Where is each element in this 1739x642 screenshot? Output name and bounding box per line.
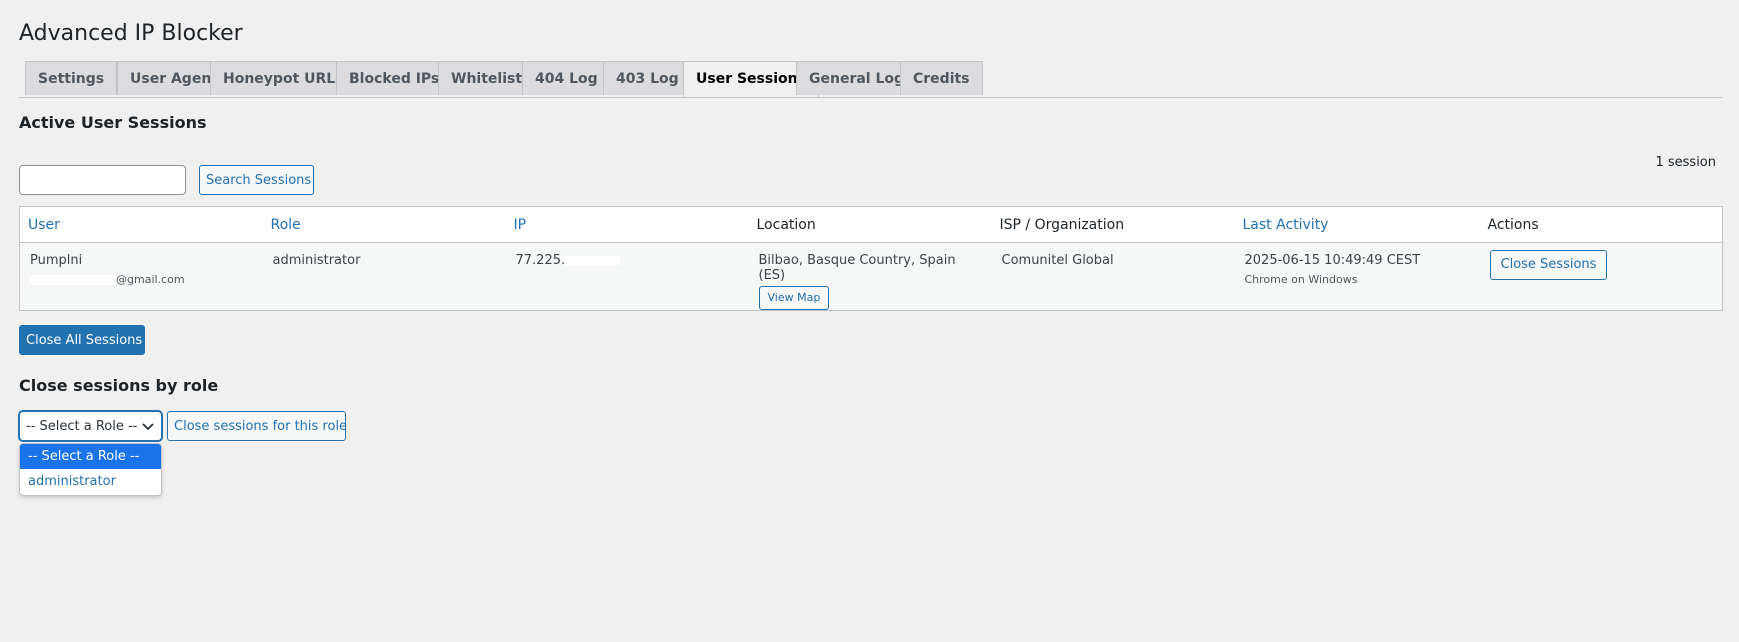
- column-role[interactable]: Role: [262, 206, 506, 243]
- column-location: Location: [748, 206, 992, 243]
- role-dropdown-list: -- Select a Role -- administrator: [19, 443, 162, 496]
- column-user[interactable]: User: [19, 206, 263, 243]
- role-option-administrator[interactable]: administrator: [20, 469, 161, 494]
- tab-credits[interactable]: Credits: [900, 61, 983, 95]
- session-count: 1 session: [1655, 155, 1716, 170]
- user-email: @gmail.com: [116, 273, 185, 286]
- cell-actions: Close Sessions: [1479, 242, 1723, 311]
- tab-whitelist[interactable]: Whitelist: [438, 61, 536, 95]
- tab-403-log[interactable]: 403 Log: [603, 61, 692, 95]
- cell-ip: 77.225.: [505, 242, 749, 311]
- location-text: Bilbao, Basque Country, Spain (ES): [758, 253, 956, 283]
- close-by-role-heading: Close sessions by role: [19, 376, 219, 395]
- browser-info: Chrome on Windows: [1244, 273, 1358, 286]
- page-title: Advanced IP Blocker: [19, 21, 243, 46]
- active-sessions-heading: Active User Sessions: [19, 113, 207, 132]
- last-activity-time: 2025-06-15 10:49:49 CEST: [1244, 253, 1421, 268]
- user-name: Pumplni: [30, 253, 83, 268]
- cell-role: administrator: [262, 242, 506, 311]
- tab-honeypot-urls[interactable]: Honeypot URLs: [210, 61, 357, 95]
- tab-bar: Settings User Agents Honeypot URLs Block…: [19, 61, 1722, 98]
- role-select[interactable]: -- Select a Role --: [19, 411, 162, 441]
- cell-user: Pumplni @gmail.com: [19, 242, 263, 311]
- user-role: administrator: [272, 253, 361, 268]
- search-sessions-input[interactable]: [19, 165, 186, 195]
- close-role-sessions-button[interactable]: Close sessions for this role: [167, 411, 347, 441]
- column-actions: Actions: [1479, 206, 1723, 243]
- table-header-row: User Role IP Location ISP / Organization…: [19, 206, 1723, 243]
- sessions-table: User Role IP Location ISP / Organization…: [19, 206, 1723, 311]
- role-option-placeholder[interactable]: -- Select a Role --: [20, 444, 161, 469]
- redacted-ip-suffix: [565, 255, 621, 266]
- tab-general-log[interactable]: General Log: [796, 61, 918, 95]
- column-last-activity[interactable]: Last Activity: [1234, 206, 1480, 243]
- cell-isp: Comunitel Global: [991, 242, 1235, 311]
- cell-last-activity: 2025-06-15 10:49:49 CEST Chrome on Windo…: [1234, 242, 1480, 311]
- tab-settings[interactable]: Settings: [25, 61, 118, 95]
- tab-404-log[interactable]: 404 Log: [522, 61, 611, 95]
- column-isp: ISP / Organization: [991, 206, 1235, 243]
- cell-location: Bilbao, Basque Country, Spain (ES) View …: [748, 242, 992, 311]
- view-map-button[interactable]: View Map: [758, 286, 830, 310]
- close-all-sessions-button[interactable]: Close All Sessions: [19, 325, 145, 355]
- table-row: Pumplni @gmail.com administrator 77.225.…: [19, 242, 1723, 311]
- column-ip[interactable]: IP: [505, 206, 749, 243]
- ip-address: 77.225.: [515, 253, 566, 268]
- tab-blocked-ips[interactable]: Blocked IPs: [336, 61, 453, 95]
- isp-text: Comunitel Global: [1001, 253, 1114, 268]
- close-sessions-button[interactable]: Close Sessions: [1489, 250, 1608, 280]
- search-sessions-button[interactable]: Search Sessions: [199, 165, 314, 195]
- redacted-email-prefix: [30, 275, 116, 285]
